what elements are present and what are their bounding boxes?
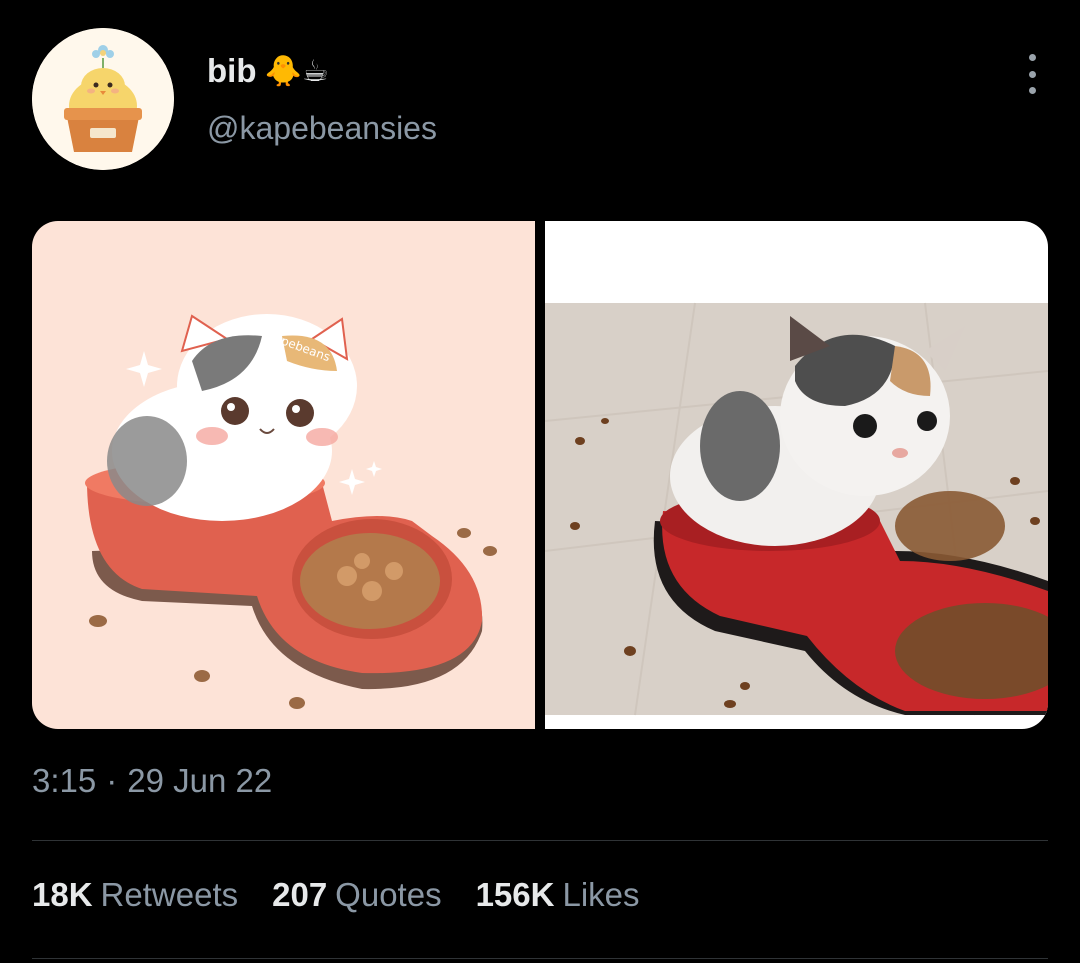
quotes-count: 207 — [272, 876, 328, 913]
retweets-label: Retweets — [100, 876, 239, 913]
quotes-label: Quotes — [335, 876, 442, 913]
tweet-header: bib 🐥☕ @kapebeansies — [32, 28, 1048, 173]
kitten-illustration-image: kapebeans — [32, 221, 535, 729]
chick-avatar-icon — [32, 28, 174, 170]
likes-count: 156K — [475, 876, 555, 913]
chick-coffee-emoji-icon: 🐥☕ — [264, 53, 329, 89]
media-image-right[interactable] — [545, 221, 1048, 729]
dot — [1028, 87, 1036, 94]
quotes-stat[interactable]: 207 Quotes — [272, 876, 441, 914]
tweet-media: kapebeans — [32, 221, 1048, 729]
dot — [1028, 54, 1036, 61]
timestamp-separator: · — [106, 762, 118, 799]
divider — [32, 840, 1048, 841]
tweet-time: 3:15 — [32, 762, 97, 799]
user-handle[interactable]: @kapebeansies — [207, 110, 437, 147]
more-options-icon[interactable] — [1026, 54, 1038, 94]
tweet-stats: 18K Retweets 207 Quotes 156K Likes — [32, 876, 640, 914]
display-name[interactable]: bib 🐥☕ — [207, 48, 437, 94]
avatar[interactable] — [32, 28, 174, 170]
tweet-timestamp[interactable]: 3:15 · 29 Jun 22 — [32, 762, 272, 800]
author-names: bib 🐥☕ @kapebeansies — [207, 48, 437, 147]
tweet-date: 29 Jun 22 — [127, 762, 273, 799]
media-image-left[interactable]: kapebeans — [32, 221, 535, 729]
likes-label: Likes — [562, 876, 640, 913]
display-name-text: bib — [207, 52, 257, 89]
kitten-photo-image — [545, 221, 1048, 729]
retweets-count: 18K — [32, 876, 93, 913]
retweets-stat[interactable]: 18K Retweets — [32, 876, 238, 914]
dot — [1028, 70, 1036, 78]
divider — [32, 958, 1048, 959]
likes-stat[interactable]: 156K Likes — [476, 876, 640, 914]
